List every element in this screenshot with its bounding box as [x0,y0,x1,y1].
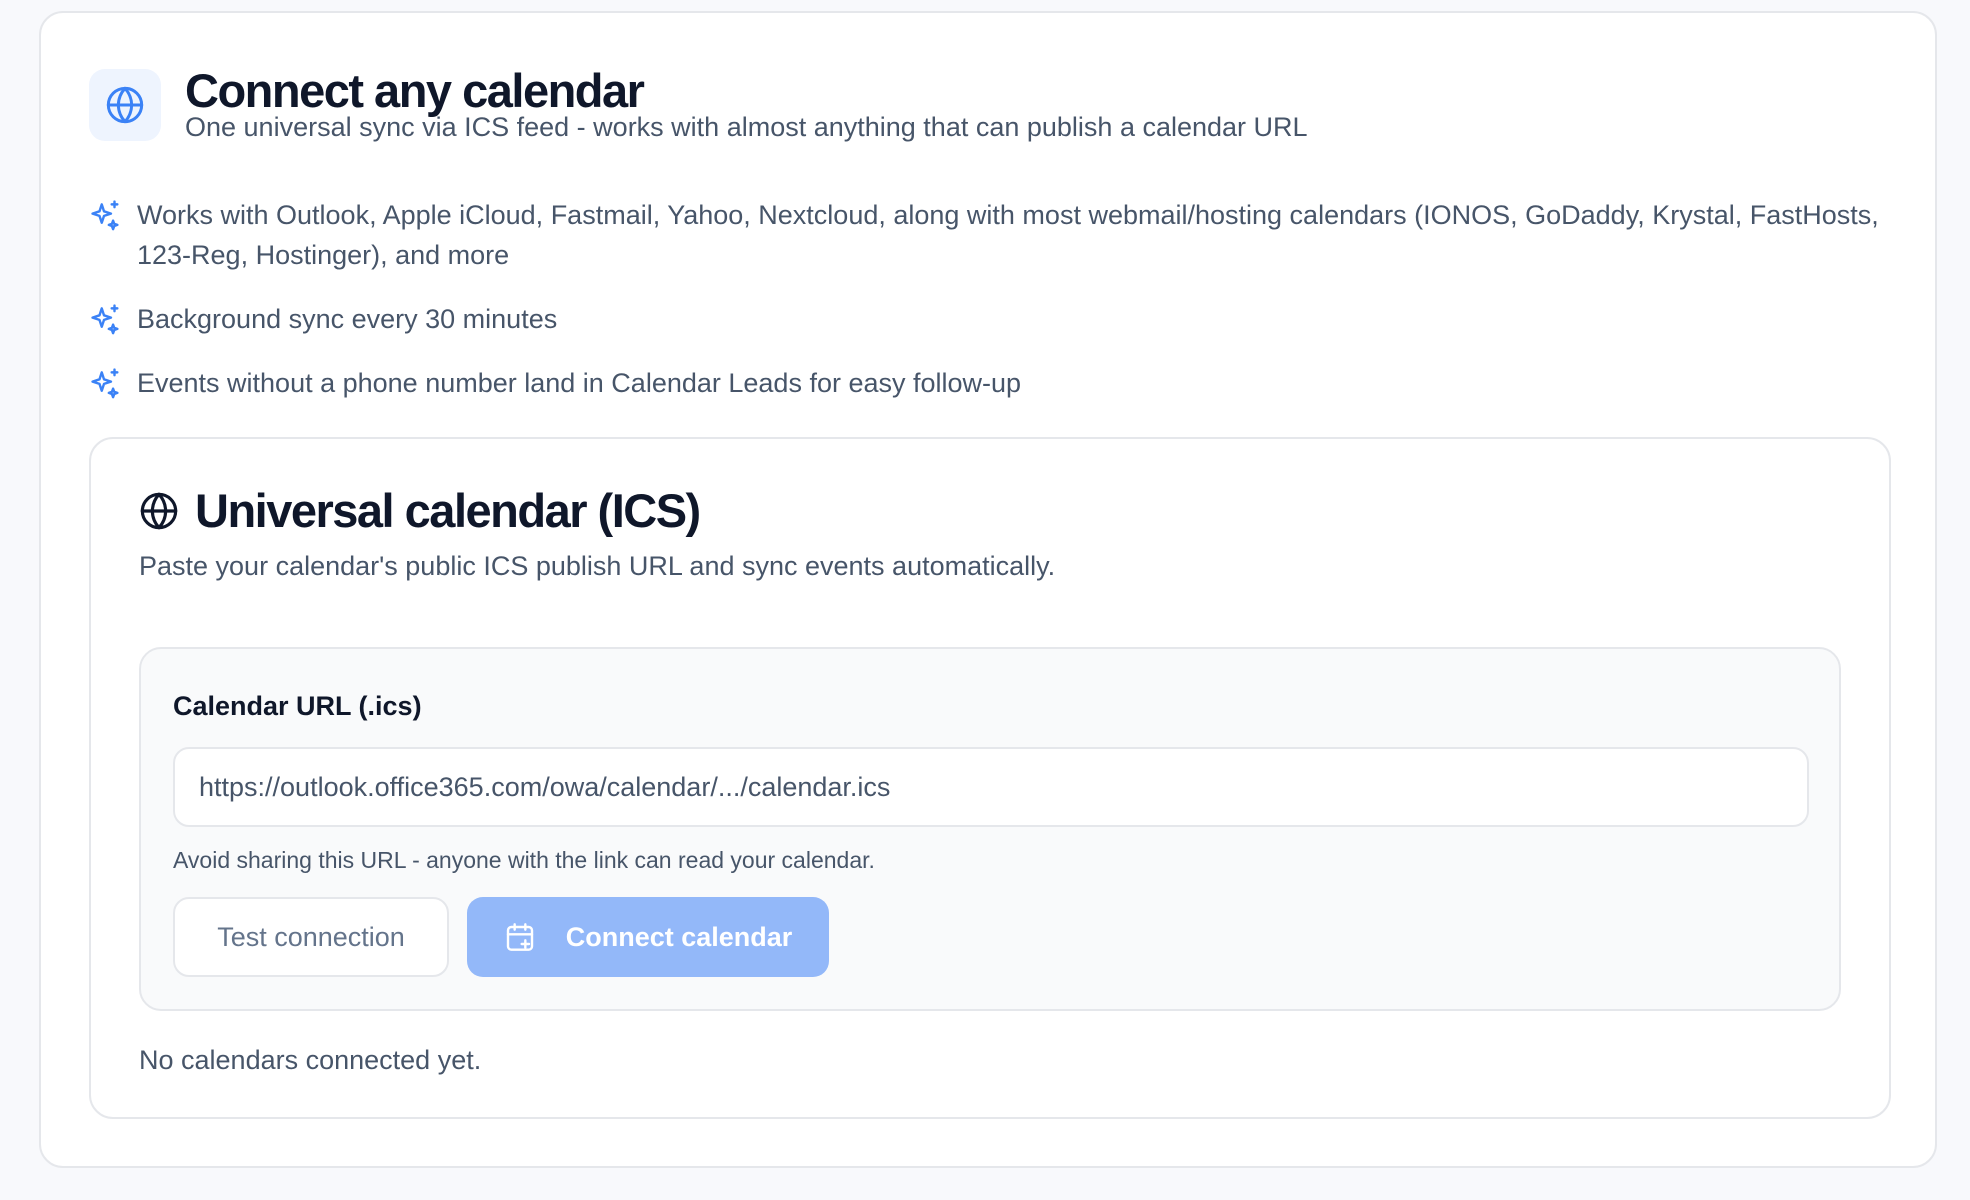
connect-calendar-button[interactable]: Connect calendar [467,897,829,977]
calendar-url-form: Calendar URL (.ics) Avoid sharing this U… [139,647,1841,1011]
empty-state-text: No calendars connected yet. [139,1045,482,1075]
sparkles-icon [91,368,119,399]
ics-card-description: Paste your calendar's public ICS publish… [139,551,1056,581]
ics-card-title: Universal calendar (ICS) [195,484,701,537]
calendar-url-hint: Avoid sharing this URL - anyone with the… [173,847,875,873]
feature-text: Background sync every 30 minutes [137,304,558,334]
sparkles-icon [91,200,119,231]
feature-list: Works with Outlook, Apple iCloud, Fastma… [89,195,1889,427]
page-title: Connect any calendar [185,64,645,117]
calendar-url-label: Calendar URL (.ics) [173,691,422,721]
feature-text: Events without a phone number land in Ca… [137,368,1022,398]
feature-item: Works with Outlook, Apple iCloud, Fastma… [89,195,1889,275]
connect-calendar-card: Connect any calendar One universal sync … [39,11,1937,1168]
test-connection-label: Test connection [217,921,405,952]
ics-calendar-card: Universal calendar (ICS) Paste your cale… [89,437,1891,1119]
header-icon-box [89,69,161,141]
feature-item: Events without a phone number land in Ca… [89,363,1889,403]
sparkles-icon [91,304,119,335]
globe-icon [140,492,178,530]
calendar-plus-icon [506,923,533,951]
feature-text: Works with Outlook, Apple iCloud, Fastma… [137,200,1879,270]
test-connection-button[interactable]: Test connection [173,897,449,977]
globe-icon [106,86,144,124]
calendar-url-input[interactable] [173,747,1809,827]
page-subtitle: One universal sync via ICS feed - works … [185,112,1308,142]
connect-calendar-label: Connect calendar [565,921,793,952]
feature-item: Background sync every 30 minutes [89,299,1889,339]
